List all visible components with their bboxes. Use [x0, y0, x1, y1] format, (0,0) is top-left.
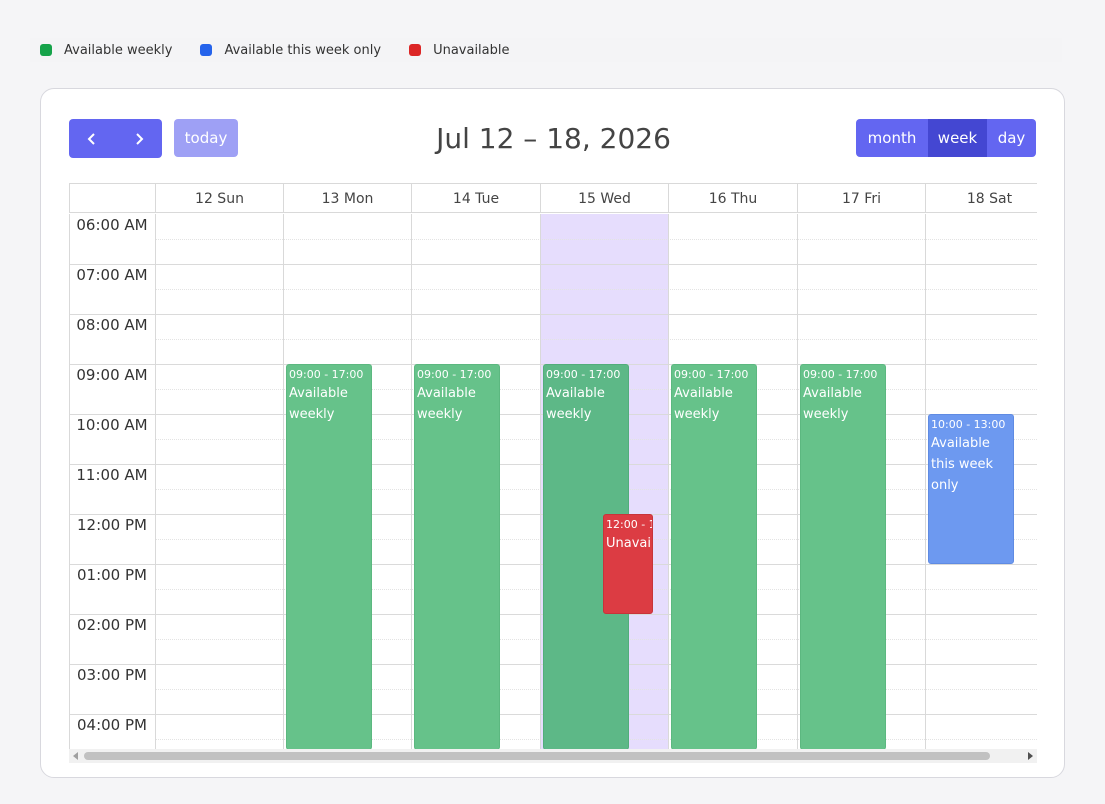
week-grid: 12 Sun 13 Mon 14 Tue 15 Wed 16 Thu 17 Fri 18 S… [69, 183, 1037, 749]
calendar-card: today Jul 12 – 18, 2026 month week day 1… [40, 88, 1065, 778]
legend-item-available-weekly: Available weekly [40, 43, 172, 58]
scroll-left-arrow-icon[interactable] [73, 752, 78, 760]
event-green-0[interactable]: 09:00 - 17:00 Available weekly [286, 364, 372, 749]
day-header-4: 16 Thu [668, 184, 797, 213]
event-title: Available weekly [674, 386, 733, 422]
legend-swatch-red [409, 44, 422, 56]
event-title: Available weekly [289, 386, 348, 422]
column-line [69, 214, 70, 749]
half-hour-line [155, 339, 1037, 340]
day-header-row: 12 Sun 13 Mon 14 Tue 15 Wed 16 Thu 17 Fri 18 S… [69, 184, 1037, 213]
time-label: 06:00 AM [76, 216, 148, 234]
column-line [797, 214, 798, 749]
column-line [668, 214, 669, 749]
day-header-5: 17 Fri [797, 184, 925, 213]
day-header-3: 15 Wed [540, 184, 668, 213]
event-title: Unavailable [606, 536, 652, 551]
column-line [411, 214, 412, 749]
time-label: 12:00 PM [77, 516, 147, 534]
time-label: 03:00 PM [77, 666, 147, 684]
event-title: Available weekly [803, 386, 862, 422]
time-grid-body[interactable]: 06:00 AM 07:00 AM 08:00 AM 09:00 AM 10:00 AM… [69, 214, 1037, 749]
event-green-1[interactable]: 09:00 - 17:00 Available weekly [414, 364, 500, 749]
legend-swatch-blue [200, 44, 213, 56]
legend-item-unavailable: Unavailable [409, 42, 510, 58]
day-header-1: 13 Mon [283, 184, 411, 213]
event-time: 09:00 - 17:00 [289, 368, 364, 381]
event-time: 12:00 - 14:00 [606, 518, 652, 531]
scroll-right-arrow-icon[interactable] [1028, 752, 1033, 760]
day-header-6: 18 Sat [925, 184, 1037, 213]
event-red-6[interactable]: 12:00 - 14:00 Unavailable [603, 514, 653, 614]
horizontal-scrollbar[interactable] [69, 749, 1037, 763]
legend-swatch-green [40, 44, 52, 56]
event-time: 09:00 - 17:00 [674, 368, 749, 381]
view-switcher: month week day [856, 119, 1036, 157]
event-title: Available weekly [546, 386, 605, 422]
event-title: Available this week only [931, 436, 994, 493]
event-green-3[interactable]: 09:00 - 17:00 Available weekly [671, 364, 757, 749]
column-line [540, 214, 541, 749]
event-time: 09:00 - 17:00 [546, 368, 621, 381]
legend-label: Unavailable [433, 42, 510, 58]
day-view-button[interactable]: day [987, 119, 1036, 157]
scrollbar-thumb[interactable] [84, 752, 990, 760]
time-column-header [69, 184, 155, 213]
event-time: 09:00 - 17:00 [803, 368, 878, 381]
legend-item-available-this-week: Available this week only [200, 43, 381, 58]
time-label: 08:00 AM [76, 316, 148, 334]
time-label: 09:00 AM [76, 366, 148, 384]
legend-label: Available this week only [224, 42, 382, 58]
column-line [283, 214, 284, 749]
event-time: 10:00 - 13:00 [931, 418, 1006, 431]
time-label: 10:00 AM [76, 416, 148, 434]
legend-label: Available weekly [64, 42, 173, 58]
half-hour-line [155, 239, 1037, 240]
event-time: 09:00 - 17:00 [417, 368, 492, 381]
time-label: 07:00 AM [76, 266, 148, 284]
month-view-button[interactable]: month [856, 119, 928, 157]
hour-line [69, 264, 1037, 265]
event-blue-5[interactable]: 10:00 - 13:00 Available this week only [928, 414, 1014, 564]
legend: Available weekly Available this week onl… [30, 38, 1062, 62]
event-title: Available weekly [417, 386, 476, 422]
day-header-0: 12 Sun [155, 184, 283, 213]
event-green-4[interactable]: 09:00 - 17:00 Available weekly [800, 364, 886, 749]
time-label: 11:00 AM [76, 466, 148, 484]
hour-line [69, 314, 1037, 315]
time-label: 01:00 PM [77, 566, 147, 584]
day-header-2: 14 Tue [411, 184, 540, 213]
half-hour-line [155, 289, 1037, 290]
time-label: 04:00 PM [77, 716, 147, 734]
column-line [155, 214, 156, 749]
column-line [925, 214, 926, 749]
week-view-button[interactable]: week [928, 119, 987, 157]
time-label: 02:00 PM [77, 616, 147, 634]
